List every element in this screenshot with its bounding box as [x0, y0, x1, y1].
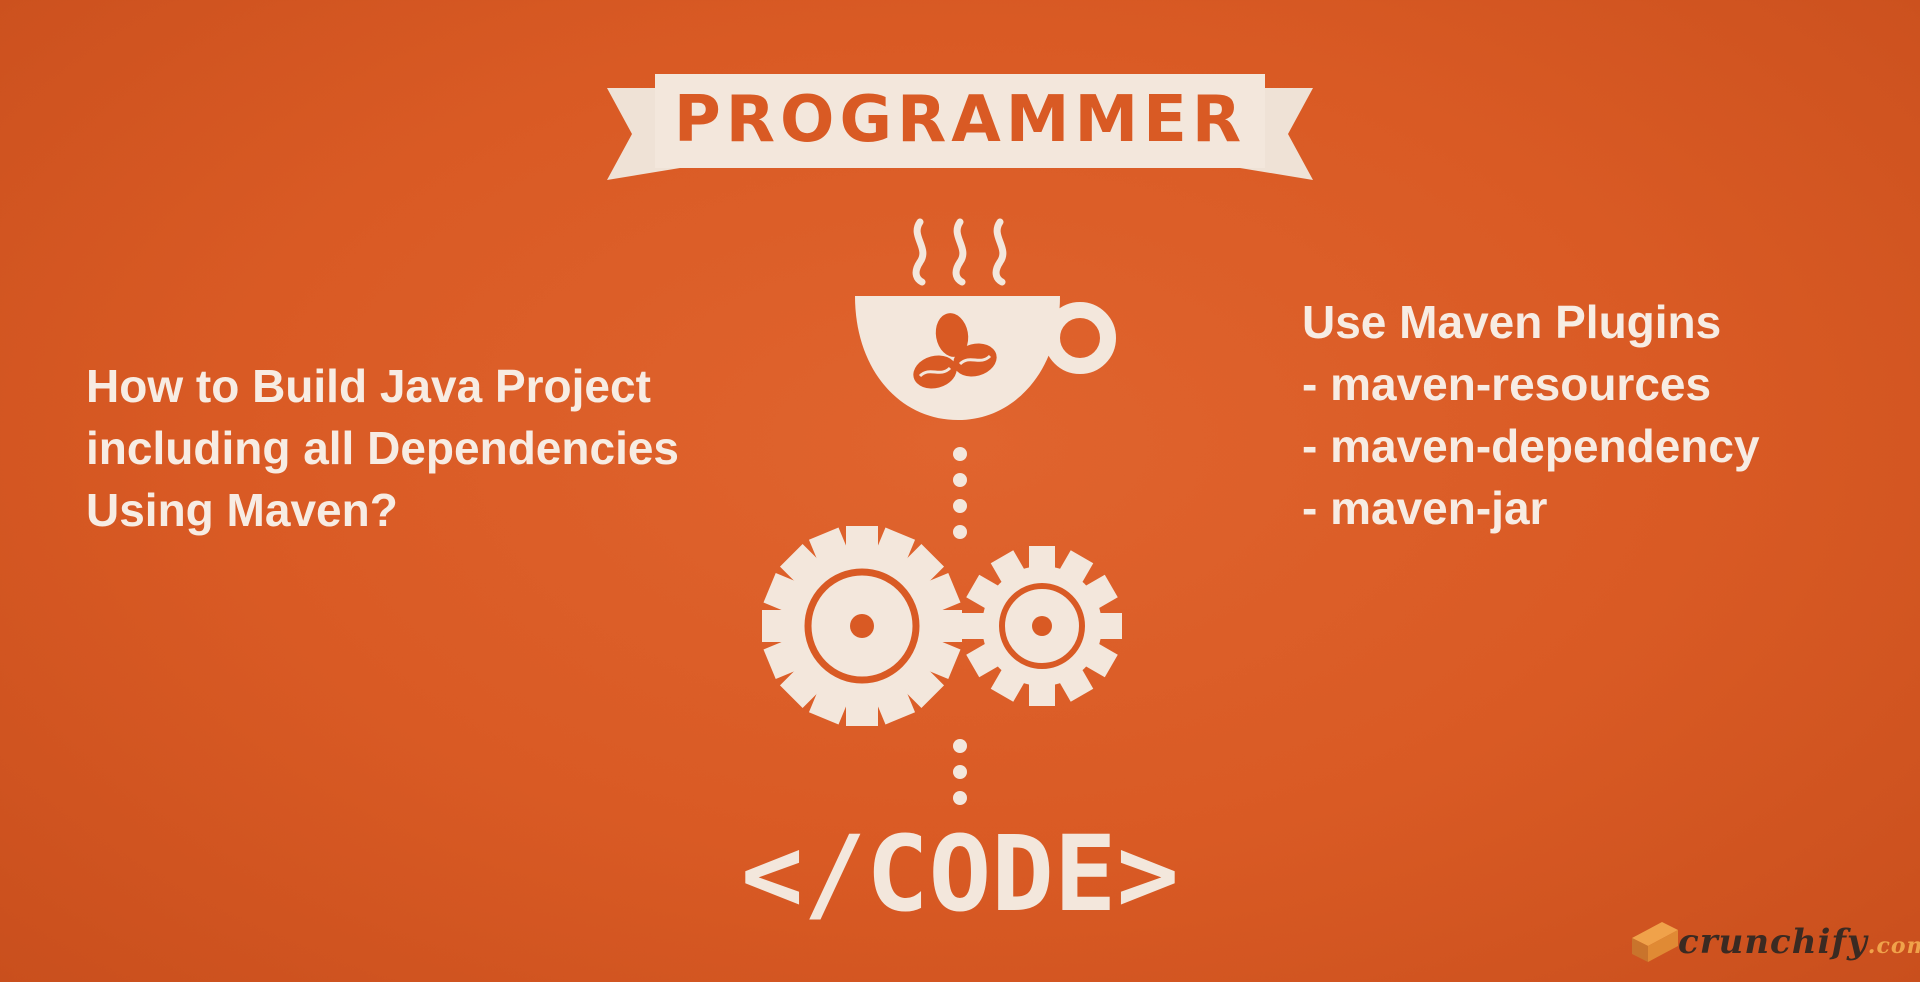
brand-name-text: crunchify — [1678, 922, 1868, 962]
poster: PROGRAMMER </CODE> How to Build Java Pro… — [0, 0, 1920, 982]
code-label: </CODE> — [741, 813, 1179, 935]
brand-tld: .com — [1867, 933, 1920, 959]
banner-title: PROGRAMMER — [674, 83, 1246, 157]
gears-icon — [762, 526, 1122, 726]
brand-name: crunchify.com — [1678, 922, 1920, 962]
left-heading-line: including all Dependencies — [86, 422, 680, 474]
right-list-item: - maven-resources — [1302, 358, 1712, 410]
right-list-item: - maven-jar — [1302, 482, 1548, 534]
right-list-item: - maven-dependency — [1302, 420, 1760, 472]
brand-watermark: crunchify.com — [1628, 920, 1920, 972]
left-heading-line: How to Build Java Project — [86, 360, 651, 412]
steam-icon — [912, 218, 1007, 286]
left-heading-line: Using Maven? — [86, 484, 398, 536]
coffee-cup-icon — [855, 296, 1116, 420]
ribbon-banner: PROGRAMMER — [607, 74, 1313, 180]
left-heading: How to Build Java Project including all … — [86, 355, 766, 541]
right-list: Use Maven Plugins - maven-resources - ma… — [1302, 291, 1902, 539]
dotted-connector-lower — [953, 739, 967, 805]
dotted-connector-upper — [953, 447, 967, 539]
right-list-title: Use Maven Plugins — [1302, 296, 1722, 348]
